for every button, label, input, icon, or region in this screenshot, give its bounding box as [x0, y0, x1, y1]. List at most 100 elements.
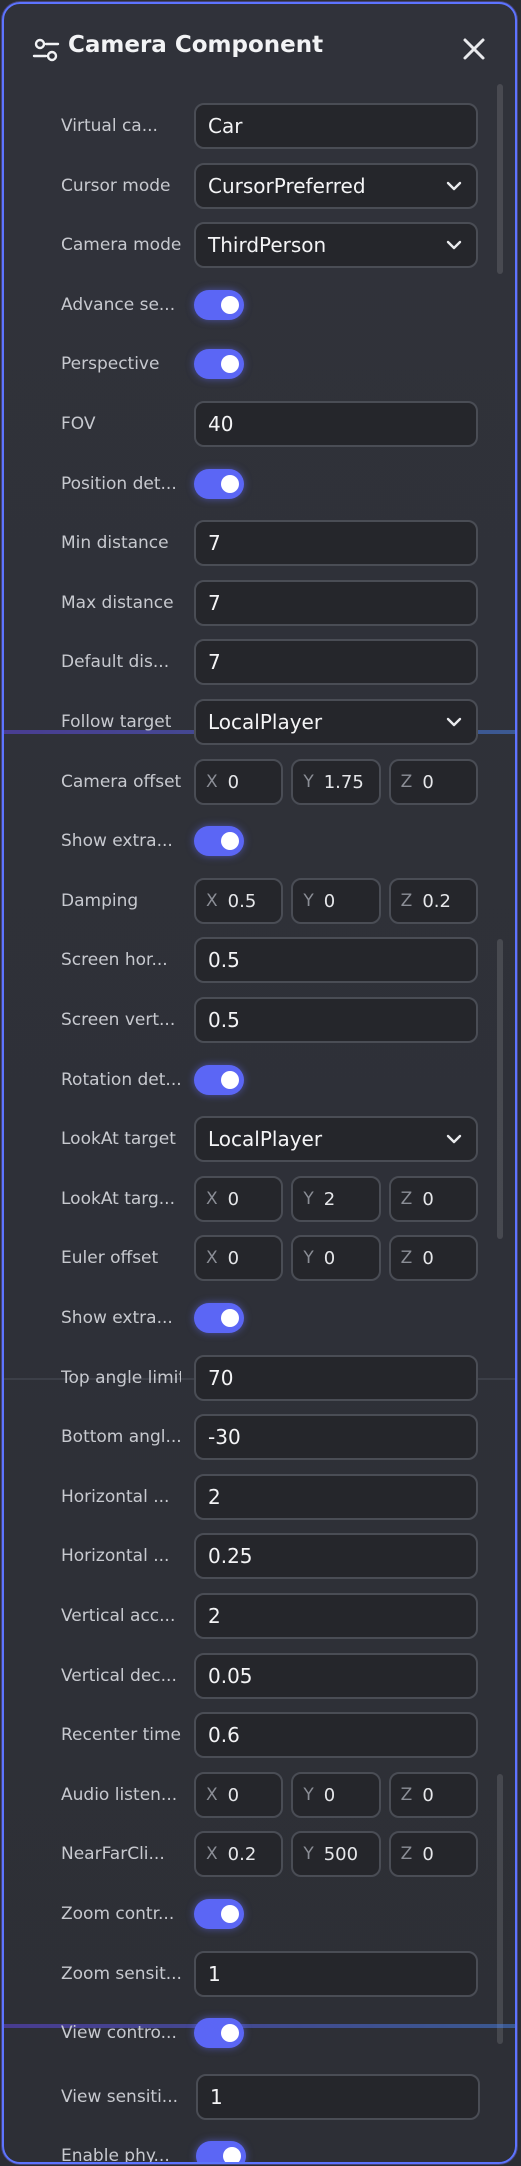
property-row: View contro... — [4, 2010, 515, 2058]
chevron-down-icon — [446, 181, 462, 191]
value-field[interactable]: 2 — [194, 1593, 478, 1639]
property-row: Show extra... — [4, 1295, 515, 1343]
vector-y-input[interactable]: Y2 — [291, 1176, 381, 1222]
axis-value: 0 — [422, 1188, 434, 1210]
axis-label: X — [206, 1844, 218, 1864]
property-row: Euler offset X 0 Y 0 Z 0 — [4, 1235, 515, 1283]
value-field[interactable]: -30 — [194, 1414, 478, 1460]
vector-x-input[interactable]: X0 — [194, 1176, 284, 1222]
value-field[interactable]: 7 — [194, 520, 478, 566]
property-row: Horizontal ... 0.25 — [4, 1533, 515, 1581]
vector-x-input[interactable]: X 0.2 — [194, 1831, 284, 1877]
vector3-field: X0Y0Z0 — [194, 1772, 478, 1818]
value-field[interactable]: 0.25 — [194, 1533, 478, 1579]
toggle-switch[interactable] — [194, 1303, 244, 1333]
axis-value: 0.5 — [227, 890, 257, 912]
vector-x-input[interactable]: X0 — [194, 1235, 284, 1281]
value-field[interactable]: 0.6 — [194, 1712, 478, 1758]
vector-z-input[interactable]: Z 0.2 — [388, 878, 478, 924]
axis-label: Z — [400, 772, 413, 792]
close-icon[interactable] — [459, 34, 489, 64]
property-label: Follow target — [61, 712, 172, 732]
dropdown-select[interactable]: LocalPlayer — [194, 1116, 478, 1162]
value-field[interactable]: 40 — [194, 401, 478, 447]
dropdown-select[interactable]: ThirdPerson — [194, 222, 478, 268]
axis-label: Y — [303, 1844, 314, 1864]
value-field[interactable]: Car — [194, 103, 478, 149]
toggle-switch[interactable] — [194, 826, 244, 856]
vector3-field: X0Y2Z0 — [194, 1176, 478, 1222]
value-field[interactable]: 1 — [196, 2074, 480, 2120]
vector-z-input[interactable]: Z0 — [388, 1235, 478, 1281]
axis-label: Z — [400, 1785, 413, 1805]
property-row: Min distance 7 — [4, 520, 515, 568]
vector3-field: X0Y0Z0 — [194, 1235, 478, 1281]
toggle-switch[interactable] — [196, 2141, 246, 2162]
property-row: Virtual ca... Car — [4, 103, 515, 151]
toggle-switch[interactable] — [194, 2018, 244, 2048]
property-row: Camera offset X 0 Y 1.75 Z 0 — [4, 759, 515, 807]
axis-label: X — [206, 1189, 218, 1209]
vector-x-input[interactable]: X 0.5 — [194, 878, 284, 924]
vector-y-input[interactable]: Y 500 — [291, 1831, 381, 1877]
dropdown-select[interactable]: CursorPreferred — [194, 163, 478, 209]
vector-y-input[interactable]: Y0 — [291, 1235, 381, 1281]
dropdown-value: ThirdPerson — [208, 233, 327, 257]
vector-z-input[interactable]: Z0 — [388, 759, 478, 805]
property-label: Screen vert... — [61, 1010, 176, 1030]
chevron-down-icon — [446, 1134, 462, 1144]
axis-label: Y — [303, 1785, 314, 1805]
dropdown-select[interactable]: LocalPlayer — [194, 699, 478, 745]
value-field[interactable]: 2 — [194, 1474, 478, 1520]
axis-label: X — [206, 1785, 218, 1805]
axis-label: Y — [303, 891, 314, 911]
toggle-switch[interactable] — [194, 349, 244, 379]
value-field[interactable]: 70 — [194, 1355, 478, 1401]
vector-y-input[interactable]: Y 1.75 — [291, 759, 381, 805]
property-row: View sensiti... 1 — [4, 2074, 515, 2122]
toggle-switch[interactable] — [194, 290, 244, 320]
property-label: Cursor mode — [61, 176, 171, 196]
property-row: Bottom angl... -30 — [4, 1414, 515, 1462]
vector-y-input[interactable]: Y0 — [291, 878, 381, 924]
axis-value: 0.2 — [227, 1843, 257, 1865]
property-label: Default dis... — [61, 652, 170, 672]
value-field[interactable]: 7 — [194, 639, 478, 685]
value-field[interactable]: 0.05 — [194, 1653, 478, 1699]
property-label: FOV — [61, 414, 96, 434]
value-field[interactable]: 1 — [194, 1951, 478, 1997]
property-label: Position det... — [61, 474, 177, 494]
vector-z-input[interactable]: Z0 — [388, 1772, 478, 1818]
property-row: Default dis... 7 — [4, 639, 515, 687]
toggle-switch[interactable] — [194, 469, 244, 499]
axis-label: Y — [303, 1189, 314, 1209]
vector-x-input[interactable]: X0 — [194, 1772, 284, 1818]
toggle-switch[interactable] — [194, 1899, 244, 1929]
axis-value: 0 — [323, 890, 336, 912]
field-value: 0.05 — [208, 1664, 253, 1688]
dropdown-value: LocalPlayer — [208, 1127, 323, 1151]
field-value: 2 — [208, 1604, 221, 1628]
property-label: Min distance — [61, 533, 169, 553]
vector-x-input[interactable]: X0 — [194, 759, 284, 805]
value-field[interactable]: 0.5 — [194, 937, 478, 983]
axis-value: 2 — [323, 1188, 336, 1210]
axis-label: X — [206, 1248, 218, 1268]
axis-label: X — [206, 772, 218, 792]
value-field[interactable]: 0.5 — [194, 997, 478, 1043]
axis-label: Y — [303, 772, 314, 792]
field-value: 1 — [208, 1962, 221, 1986]
vector-z-input[interactable]: Z0 — [388, 1831, 478, 1877]
toggle-switch[interactable] — [194, 1065, 244, 1095]
value-field[interactable]: 7 — [194, 580, 478, 626]
property-label: Audio listen... — [61, 1785, 178, 1805]
vector-y-input[interactable]: Y0 — [291, 1772, 381, 1818]
panel-title: Camera Component — [68, 32, 324, 58]
axis-value: 0 — [422, 771, 434, 793]
axis-value: 0 — [323, 1784, 336, 1806]
field-value: 0.5 — [208, 1008, 240, 1032]
property-row: Screen vert... 0.5 — [4, 997, 515, 1045]
property-row: Top angle limit 70 — [4, 1355, 515, 1403]
property-label: View sensiti... — [61, 2087, 179, 2107]
vector-z-input[interactable]: Z0 — [388, 1176, 478, 1222]
